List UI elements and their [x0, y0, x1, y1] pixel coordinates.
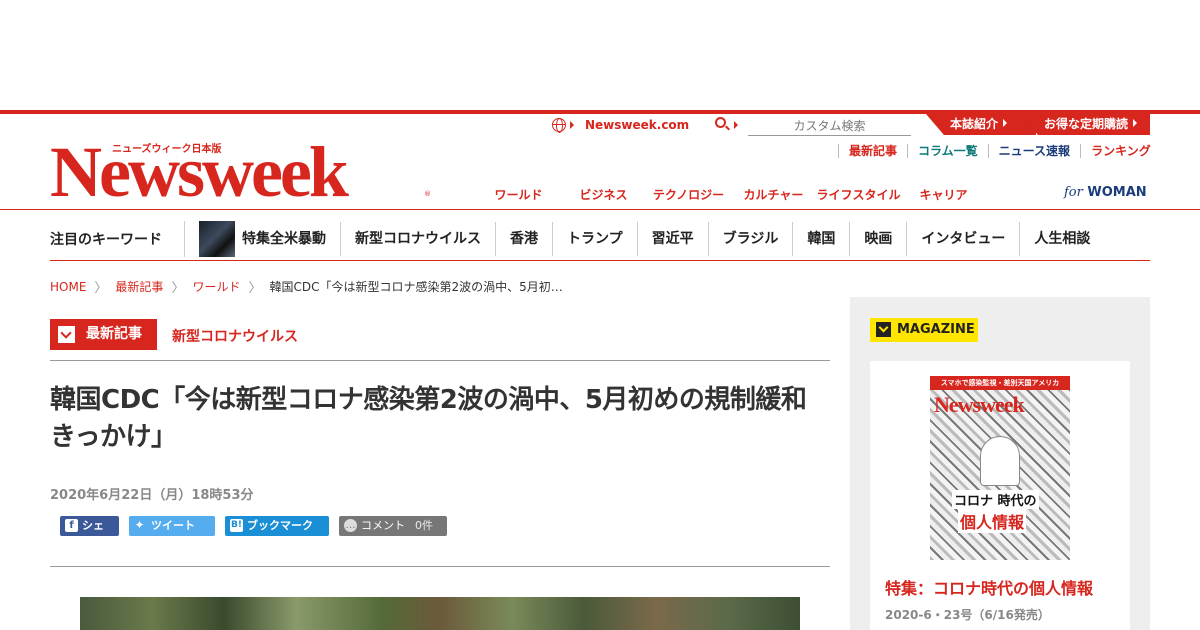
- article-headline: 韓国CDC「今は新型コロナ感染第2波の渦中、5月初めの規制緩和きっかけ」: [50, 385, 807, 452]
- keyword-item[interactable]: インタビュー: [906, 222, 1019, 256]
- keyword-item[interactable]: 習近平: [636, 222, 708, 256]
- chevron-right-icon: 〉: [94, 281, 108, 296]
- globe-icon: [552, 118, 566, 133]
- keyword-item[interactable]: 新型コロナウイルス: [340, 222, 495, 256]
- logo-subtitle: ニューズウィーク日本版: [112, 144, 222, 155]
- top-rule: [0, 110, 1200, 114]
- cover-title-line-1: コロナ 時代の: [952, 490, 1039, 509]
- nav-world[interactable]: ワールド: [476, 186, 561, 203]
- search-input[interactable]: [748, 116, 911, 136]
- secondary-nav: 最新記事 コラム一覧 ニュース速報 ランキング: [838, 144, 1151, 158]
- keyword-item[interactable]: 韓国: [792, 222, 849, 256]
- facebook-share-button[interactable]: f シェア: [60, 516, 119, 552]
- keyword-item[interactable]: 映画: [849, 222, 906, 256]
- comment-count: 0件: [415, 519, 433, 532]
- hatena-count: 0: [257, 539, 264, 552]
- nav-latest[interactable]: 最新記事: [838, 144, 907, 158]
- chevron-right-icon: [570, 121, 574, 129]
- registered-mark: ®: [424, 190, 431, 198]
- nav-career[interactable]: キャリア: [901, 186, 986, 203]
- facebook-icon: f: [65, 519, 78, 532]
- cover-illustration: [980, 436, 1020, 486]
- hatena-label: ブックマーク: [247, 519, 313, 532]
- article-divider: [50, 566, 830, 567]
- breadcrumb-current: 韓国CDC「今は新型コロナ感染第2波の渦中、5月初…: [269, 280, 563, 294]
- nav-columns[interactable]: コラム一覧: [907, 144, 988, 158]
- publish-date: 2020年6月22日（月）18時53分: [50, 488, 254, 503]
- checkbox-icon: [876, 322, 891, 337]
- for-woman-prefix: for: [1064, 185, 1083, 200]
- about-magazine-button[interactable]: 本誌紹介: [926, 114, 1036, 135]
- article-divider: [50, 360, 830, 361]
- hatena-icon: B!: [230, 519, 243, 532]
- comment-label: コメント: [361, 519, 405, 532]
- keyword-item[interactable]: 人生相談: [1019, 222, 1104, 256]
- nav-ranking[interactable]: ランキング: [1080, 144, 1151, 158]
- keyword-item[interactable]: 特集全米暴動: [184, 221, 340, 257]
- cover-logo: Newsweek: [934, 392, 1025, 417]
- article-photo: [80, 597, 800, 630]
- chevron-right-icon: 〉: [248, 281, 262, 296]
- breadcrumb-latest[interactable]: 最新記事: [115, 278, 163, 295]
- keyword-item[interactable]: ブラジル: [707, 222, 793, 256]
- comment-button[interactable]: … コメント 0件: [339, 516, 447, 536]
- keyword-item[interactable]: 香港: [495, 222, 552, 256]
- chevron-right-icon: [1133, 119, 1138, 127]
- main-nav: ワールド ビジネス テクノロジー カルチャー ライフスタイル キャリア: [476, 186, 986, 203]
- hatena-bookmark-button[interactable]: B! ブックマーク 0: [225, 516, 329, 552]
- breadcrumb: HOME 〉 最新記事 〉 ワールド 〉 韓国CDC「今は新型コロナ感染第2波の…: [50, 277, 563, 297]
- breadcrumb-world[interactable]: ワールド: [192, 278, 240, 295]
- breadcrumb-home[interactable]: HOME: [50, 280, 86, 294]
- nav-divider: [0, 209, 1200, 210]
- chevron-right-icon: 〉: [171, 281, 185, 296]
- nav-culture[interactable]: カルチャー: [731, 186, 816, 203]
- keyword-label: 特集全米暴動: [242, 231, 326, 247]
- chevron-right-icon: [1003, 119, 1008, 127]
- comment-icon: …: [344, 519, 357, 532]
- for-woman-link[interactable]: for WOMAN: [1064, 185, 1147, 200]
- keyword-thumbnail: [199, 221, 235, 257]
- nav-lifestyle[interactable]: ライフスタイル: [816, 186, 901, 203]
- magazine-feature-title[interactable]: 特集：コロナ時代の個人情報: [885, 575, 1093, 599]
- checkbox-icon: [58, 326, 75, 343]
- about-magazine-label: 本誌紹介: [950, 117, 999, 131]
- nav-business[interactable]: ビジネス: [561, 186, 646, 203]
- keyword-divider: [50, 260, 1150, 261]
- cover-title-line-2: 個人情報: [958, 509, 1027, 533]
- twitter-icon: ✦: [134, 518, 145, 532]
- twitter-count: 8: [161, 539, 168, 552]
- subscribe-label: お得な定期購読: [1044, 117, 1129, 131]
- keyword-item[interactable]: トランプ: [552, 222, 637, 256]
- article-tag-link[interactable]: 新型コロナウイルス: [172, 326, 298, 346]
- newsweek-com-link[interactable]: Newsweek.com: [585, 118, 689, 132]
- cover-headline-band: スマホで感染監視・差別天国アメリカ: [930, 376, 1070, 390]
- chevron-right-icon: [734, 121, 738, 129]
- magazine-cover[interactable]: スマホで感染監視・差別天国アメリカ Newsweek コロナ 時代の 個人情報: [930, 376, 1070, 560]
- keyword-bar-title: 注目のキーワード: [50, 232, 162, 248]
- magazine-issue: 2020-6・23号（6/16発売）: [885, 608, 1050, 622]
- twitter-share-label: ツイート: [151, 519, 195, 532]
- subscribe-button[interactable]: お得な定期購読: [1020, 114, 1150, 135]
- nav-technology[interactable]: テクノロジー: [646, 186, 731, 203]
- nav-news-flash[interactable]: ニュース速報: [987, 144, 1080, 158]
- for-woman-label: WOMAN: [1087, 185, 1147, 200]
- search-icon[interactable]: [715, 117, 726, 128]
- facebook-share-label: シェア: [82, 519, 104, 552]
- keyword-bar: 注目のキーワード 特集全米暴動 新型コロナウイルス 香港 トランプ 習近平 ブラ…: [50, 218, 1150, 260]
- twitter-share-button[interactable]: ✦ ツイート 8: [129, 516, 215, 552]
